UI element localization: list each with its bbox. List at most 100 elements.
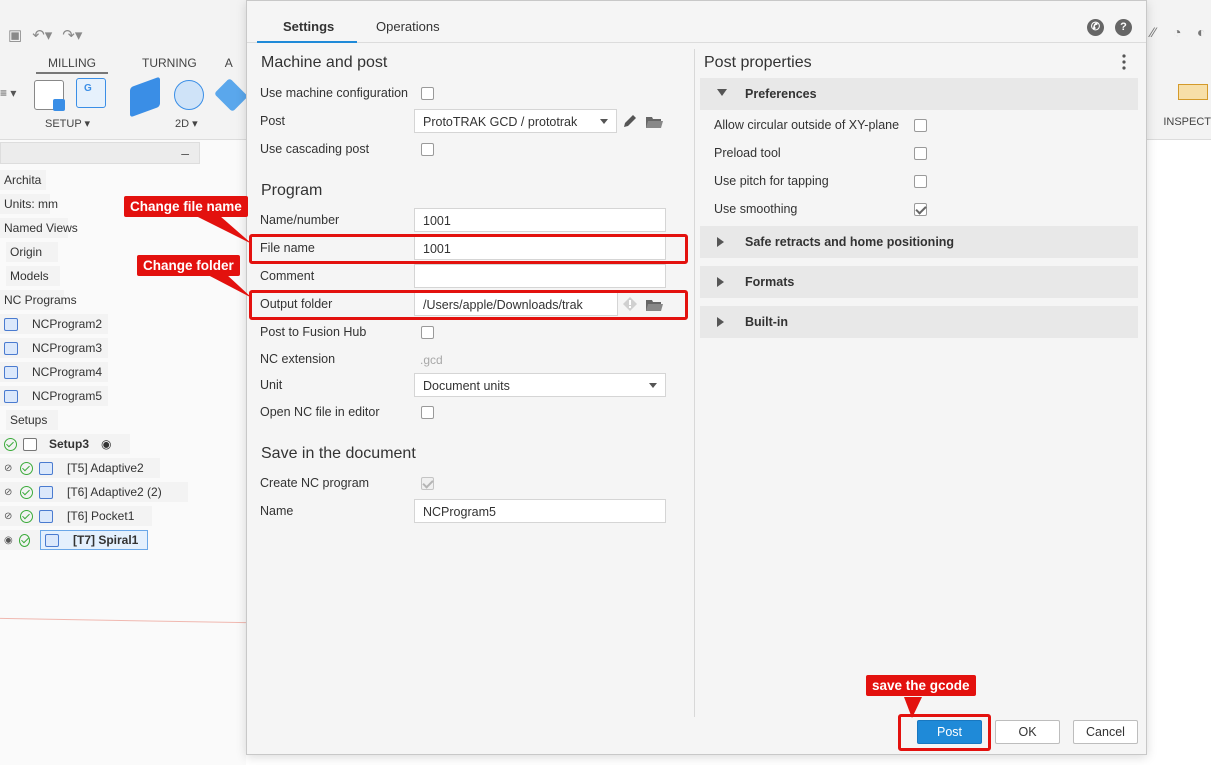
help-icon[interactable]: ?: [1115, 19, 1132, 36]
menu-icon[interactable]: ≡ ▾: [0, 86, 16, 100]
measure-icon[interactable]: [1178, 84, 1208, 100]
tree-item-models[interactable]: Models: [6, 266, 60, 286]
use-pitch-checkbox[interactable]: [914, 175, 927, 188]
open-folder-icon[interactable]: [645, 115, 663, 129]
save-icon[interactable]: ▣: [8, 26, 22, 44]
spiral-icon: [45, 533, 59, 547]
tree-item-origin[interactable]: Origin: [6, 242, 58, 262]
cancel-button[interactable]: Cancel: [1073, 720, 1138, 744]
group-preferences[interactable]: Preferences: [700, 78, 1138, 110]
group-safe-retracts[interactable]: Safe retracts and home positioning: [700, 226, 1138, 258]
hidden-eye-icon[interactable]: ⊘: [4, 463, 14, 474]
highlight-file-name: [249, 234, 688, 264]
tab-additive[interactable]: A: [213, 54, 245, 74]
name-number-label: Name/number: [260, 213, 340, 227]
post-select[interactable]: ProtoTRAK GCD / prototrak: [414, 109, 617, 133]
nc-program-icon[interactable]: G: [76, 78, 106, 108]
undo-icon[interactable]: ↶▾: [32, 26, 52, 44]
open-nc-checkbox[interactable]: [421, 406, 434, 419]
tree-item-ncprogram5[interactable]: NCProgram5: [0, 386, 108, 406]
allow-circular-label: Allow circular outside of XY-plane: [714, 118, 900, 132]
phone-support-icon[interactable]: ✆: [1087, 19, 1104, 36]
tab-turning[interactable]: TURNING: [130, 54, 209, 74]
tree-item-units[interactable]: Units: mm: [0, 194, 58, 214]
nc-program-dialog: Settings Operations ✆ ? Machine and post…: [246, 0, 1147, 755]
annotation-save-gcode: save the gcode: [866, 675, 976, 696]
allow-circular-checkbox[interactable]: [914, 119, 927, 132]
twod-menu-label[interactable]: 2D ▾: [175, 117, 198, 130]
nc-extension-label: NC extension: [260, 352, 336, 366]
tree-item-ncprogram2[interactable]: NCProgram2: [0, 314, 108, 334]
more-options-icon[interactable]: [1121, 53, 1127, 71]
highlight-output-folder: [249, 290, 688, 320]
use-machine-config-checkbox[interactable]: [421, 87, 434, 100]
annotation-change-file-name: Change file name: [124, 196, 248, 217]
section-machine-post: Machine and post: [261, 54, 388, 71]
redo-icon[interactable]: ↷▾: [62, 26, 82, 44]
tree-item-pocket1[interactable]: ⊘ [T6] Pocket1: [0, 506, 152, 526]
comment-label: Comment: [260, 269, 315, 283]
tab-settings[interactable]: Settings: [283, 19, 334, 34]
visible-eye-icon[interactable]: ◉: [4, 535, 13, 546]
tree-item-label: [T6] Adaptive2 (2): [67, 485, 162, 499]
tree-item-setups[interactable]: Setups: [6, 410, 58, 430]
ok-button[interactable]: OK: [995, 720, 1060, 744]
preload-tool-label: Preload tool: [714, 146, 781, 160]
tab-milling[interactable]: MILLING: [36, 54, 109, 74]
post-to-hub-checkbox[interactable]: [421, 326, 434, 339]
unit-select[interactable]: Document units: [414, 373, 666, 397]
nc-program-icon: [4, 365, 18, 379]
right-tools: ⁄⁄ ◔ ◐: [1147, 22, 1211, 48]
check-circle-icon: [20, 485, 33, 499]
profile-icon[interactable]: ◐: [1197, 24, 1205, 40]
tree-item-ncprogram3[interactable]: NCProgram3: [0, 338, 108, 358]
radio-target-icon[interactable]: ◉: [101, 437, 111, 451]
section-program: Program: [261, 182, 323, 199]
tree-item-archita[interactable]: Archita: [0, 170, 46, 190]
nc-extension-value: .gcd: [420, 353, 443, 367]
use-pitch-label: Use pitch for tapping: [714, 174, 829, 188]
setup-icon: [23, 437, 37, 451]
group-formats[interactable]: Formats: [700, 266, 1138, 298]
hidden-eye-icon[interactable]: ⊘: [4, 511, 14, 522]
tree-item-nc-programs[interactable]: NC Programs: [0, 290, 77, 310]
tree-item-adaptive2-2[interactable]: ⊘ [T6] Adaptive2 (2): [0, 482, 188, 502]
nc-program-icon: [4, 341, 18, 355]
pattern-icon[interactable]: ⁄⁄: [1151, 24, 1156, 40]
check-circle-icon: [20, 461, 33, 475]
tree-item-label: Setup3: [49, 437, 90, 451]
name-number-input[interactable]: 1001: [414, 208, 666, 232]
use-smoothing-checkbox[interactable]: [914, 203, 927, 216]
edit-pencil-icon[interactable]: [622, 113, 638, 129]
hidden-eye-icon[interactable]: ⊘: [4, 487, 14, 498]
tree-item-label: NCProgram5: [32, 389, 103, 403]
history-icon[interactable]: ◔: [1173, 24, 1181, 40]
tab-operations[interactable]: Operations: [376, 19, 440, 34]
tree-item-ncprogram4[interactable]: NCProgram4: [0, 362, 108, 382]
preload-tool-checkbox[interactable]: [914, 147, 927, 160]
group-built-in[interactable]: Built-in: [700, 306, 1138, 338]
facing-icon[interactable]: [214, 78, 248, 112]
tree-item-spiral1-prefix[interactable]: ◉: [0, 530, 40, 550]
collapsed-triangle-icon: [717, 237, 724, 247]
inspect-menu-label[interactable]: INSPECT: [1163, 116, 1211, 128]
setup-menu-label[interactable]: SETUP ▾: [45, 117, 90, 130]
highlight-post-button: [898, 714, 991, 751]
comment-input[interactable]: [414, 264, 666, 288]
tree-item-setup3[interactable]: Setup3 ◉: [0, 434, 130, 454]
collapse-icon[interactable]: –: [181, 145, 189, 161]
use-cascading-checkbox[interactable]: [421, 143, 434, 156]
panel-divider: [694, 49, 695, 717]
tree-item-label: NCProgram2: [32, 317, 103, 331]
pocket-icon: [39, 509, 53, 523]
pocket-icon[interactable]: [174, 80, 204, 110]
create-nc-checkbox[interactable]: [421, 477, 434, 490]
check-circle-icon: [4, 437, 17, 451]
tree-item-named-views[interactable]: Named Views: [0, 218, 78, 238]
setup-icon[interactable]: [34, 80, 65, 111]
adaptive-clearing-icon[interactable]: [130, 76, 160, 118]
tree-item-adaptive2[interactable]: ⊘ [T5] Adaptive2: [0, 458, 160, 478]
nc-program-icon: [4, 317, 18, 331]
doc-name-input[interactable]: NCProgram5: [414, 499, 666, 523]
tree-item-spiral1[interactable]: [T7] Spiral1: [40, 530, 148, 550]
